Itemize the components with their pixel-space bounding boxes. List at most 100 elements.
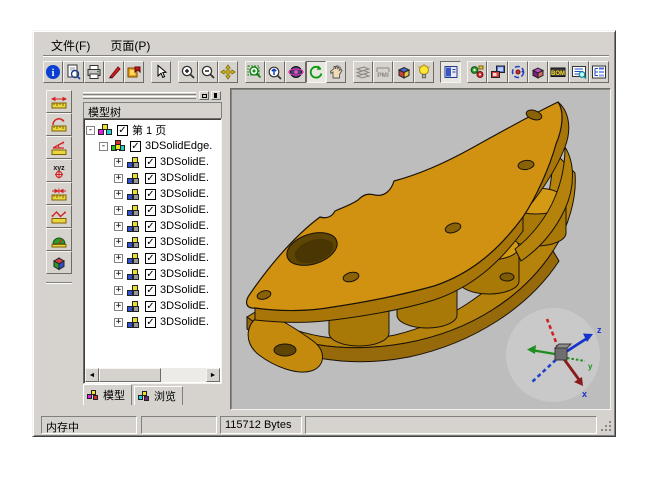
zoom-window-button[interactable] bbox=[245, 61, 265, 83]
panel-restore-button[interactable] bbox=[199, 91, 209, 100]
scrollbar-thumb[interactable] bbox=[99, 368, 161, 382]
tree-item-assembly[interactable]: - ✓ 3DSolidEdge. bbox=[86, 138, 219, 154]
tree-item-part[interactable]: + ✓ 3DSolidE. bbox=[86, 154, 219, 170]
select-cursor-button[interactable] bbox=[151, 61, 171, 83]
snapshot-button[interactable] bbox=[487, 61, 507, 83]
viewport-3d[interactable]: z x y bbox=[230, 88, 611, 410]
checkbox-checked[interactable]: ✓ bbox=[145, 269, 156, 280]
layers-button[interactable] bbox=[353, 61, 373, 83]
checkbox-checked[interactable]: ✓ bbox=[145, 285, 156, 296]
checkbox-checked[interactable]: ✓ bbox=[130, 141, 141, 152]
measure-distance-button[interactable] bbox=[46, 90, 72, 113]
checkbox-checked[interactable]: ✓ bbox=[145, 205, 156, 216]
markup-pen-button[interactable] bbox=[104, 61, 124, 83]
tree-item-label: 3DSolidE. bbox=[160, 204, 209, 216]
export-button[interactable] bbox=[124, 61, 144, 83]
pan-button[interactable] bbox=[218, 61, 238, 83]
expand-icon[interactable]: + bbox=[114, 238, 123, 247]
expand-icon[interactable]: + bbox=[114, 222, 123, 231]
expand-icon[interactable]: + bbox=[114, 254, 123, 263]
tree-item-part[interactable]: + ✓ 3DSolidE. bbox=[86, 314, 219, 330]
tree-item-part[interactable]: + ✓ 3DSolidE. bbox=[86, 234, 219, 250]
tree-item-part[interactable]: + ✓ 3DSolidE. bbox=[86, 282, 219, 298]
model-tree[interactable]: - ✓ 第 1 页 - ✓ 3DSolidEdge. + ✓ 3DSolidE. bbox=[83, 118, 222, 384]
tree-horizontal-scrollbar[interactable]: ◄ ► bbox=[85, 368, 220, 382]
resize-grip[interactable] bbox=[600, 420, 613, 433]
light-button[interactable] bbox=[414, 61, 434, 83]
checkbox-checked[interactable]: ✓ bbox=[145, 317, 156, 328]
measure-polyline-button[interactable] bbox=[46, 205, 72, 228]
checkbox-checked[interactable]: ✓ bbox=[145, 301, 156, 312]
info-icon: i bbox=[45, 64, 61, 80]
tree-item-label: 3DSolidE. bbox=[160, 172, 209, 184]
expand-icon[interactable]: + bbox=[114, 206, 123, 215]
tab-browse[interactable]: 浏览 bbox=[134, 386, 183, 405]
tree-panel-tabs: 模型 浏览 bbox=[83, 386, 185, 405]
pmi-button[interactable]: PMI bbox=[373, 61, 393, 83]
panel-hide-button[interactable] bbox=[211, 91, 221, 100]
solid-cube-button[interactable] bbox=[528, 61, 548, 83]
model-tree-panel: 模型树 - ✓ 第 1 页 - ✓ 3DSolidEdge. + bbox=[83, 91, 223, 408]
tree-item-part[interactable]: + ✓ 3DSolidE. bbox=[86, 186, 219, 202]
expand-icon[interactable]: + bbox=[114, 158, 123, 167]
measure-gap-button[interactable] bbox=[46, 182, 72, 205]
tree-item-part[interactable]: + ✓ 3DSolidE. bbox=[86, 250, 219, 266]
axis-indicator[interactable]: z x y bbox=[506, 308, 602, 402]
panel-toggle-button[interactable] bbox=[440, 61, 460, 83]
print-button[interactable] bbox=[84, 61, 104, 83]
export-icon bbox=[126, 64, 142, 80]
tree-item-part[interactable]: + ✓ 3DSolidE. bbox=[86, 202, 219, 218]
assembly-config-button[interactable] bbox=[467, 61, 487, 83]
checkbox-checked[interactable]: ✓ bbox=[145, 237, 156, 248]
view-cube-button[interactable] bbox=[393, 61, 413, 83]
status-memory: 内存中 bbox=[41, 416, 137, 434]
measure-coordinate-button[interactable]: xyz bbox=[46, 159, 72, 182]
measure-angle-button[interactable]: ° bbox=[46, 136, 72, 159]
tree-item-part[interactable]: + ✓ 3DSolidE. bbox=[86, 298, 219, 314]
part-icon bbox=[126, 171, 142, 185]
report-button[interactable] bbox=[569, 61, 589, 83]
markup-pen-icon bbox=[106, 64, 122, 80]
orbit-button[interactable] bbox=[285, 61, 305, 83]
measure-area-button[interactable] bbox=[46, 228, 72, 251]
checkbox-checked[interactable]: ✓ bbox=[145, 157, 156, 168]
tree-structure-button[interactable] bbox=[589, 61, 609, 83]
tree-item-part[interactable]: + ✓ 3DSolidE. bbox=[86, 218, 219, 234]
checkbox-checked[interactable]: ✓ bbox=[145, 253, 156, 264]
panel-gripper[interactable] bbox=[83, 91, 196, 100]
rotate-center-button[interactable] bbox=[508, 61, 528, 83]
scroll-left-button[interactable]: ◄ bbox=[85, 368, 99, 382]
scroll-right-button[interactable]: ► bbox=[206, 368, 220, 382]
measure-volume-button[interactable] bbox=[46, 251, 72, 274]
checkbox-checked[interactable]: ✓ bbox=[145, 221, 156, 232]
tree-item-part[interactable]: + ✓ 3DSolidE. bbox=[86, 266, 219, 282]
info-button[interactable]: i bbox=[43, 61, 63, 83]
hand-pan-button[interactable] bbox=[326, 61, 346, 83]
part-icon bbox=[126, 251, 142, 265]
print-preview-button[interactable] bbox=[63, 61, 83, 83]
zoom-in-button[interactable] bbox=[178, 61, 198, 83]
zoom-out-button[interactable] bbox=[198, 61, 218, 83]
expand-icon[interactable]: + bbox=[114, 174, 123, 183]
checkbox-checked[interactable]: ✓ bbox=[117, 125, 128, 136]
menu-file[interactable]: 文件(F) bbox=[43, 35, 102, 56]
menu-page[interactable]: 页面(P) bbox=[102, 35, 162, 56]
measure-radius-button[interactable] bbox=[46, 113, 72, 136]
checkbox-checked[interactable]: ✓ bbox=[145, 189, 156, 200]
part-icon bbox=[126, 187, 142, 201]
expand-icon[interactable]: + bbox=[114, 286, 123, 295]
expand-icon[interactable]: + bbox=[114, 318, 123, 327]
tree-item-part[interactable]: + ✓ 3DSolidE. bbox=[86, 170, 219, 186]
tree-item-page[interactable]: - ✓ 第 1 页 bbox=[86, 122, 219, 138]
collapse-icon[interactable]: - bbox=[99, 142, 108, 151]
expand-icon[interactable]: + bbox=[114, 270, 123, 279]
checkbox-checked[interactable]: ✓ bbox=[145, 173, 156, 184]
zoom-fit-button[interactable] bbox=[265, 61, 285, 83]
zoom-out-icon bbox=[200, 64, 216, 80]
expand-icon[interactable]: + bbox=[114, 302, 123, 311]
spin-button[interactable] bbox=[306, 61, 326, 83]
tab-model[interactable]: 模型 bbox=[83, 384, 132, 405]
collapse-icon[interactable]: - bbox=[86, 126, 95, 135]
bom-button[interactable]: BOM bbox=[548, 61, 568, 83]
expand-icon[interactable]: + bbox=[114, 190, 123, 199]
